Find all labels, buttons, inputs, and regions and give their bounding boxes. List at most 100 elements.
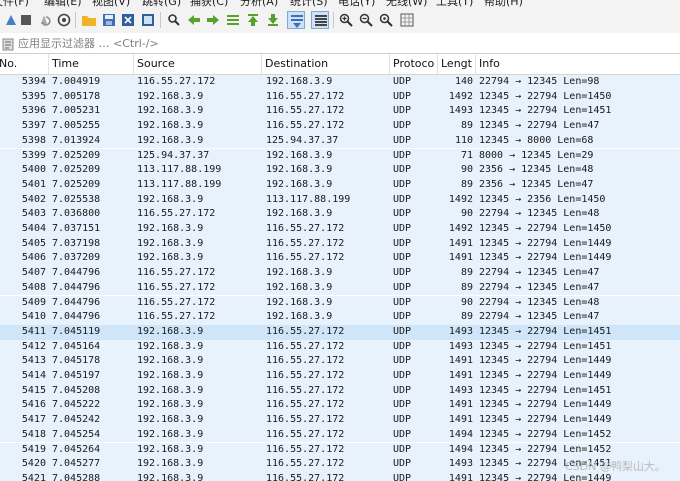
packet-row[interactable]: 5405 7.037198 192.168.3.9 116.55.27.172 UDP 1…	[0, 236, 680, 252]
packet-info: 12345 → 22794 Len=1449	[479, 399, 612, 411]
packet-row[interactable]: 5400 7.025209 113.117.88.199 192.168.3.9 UDP…	[0, 163, 680, 178]
packet-row[interactable]: 5418 7.045254 192.168.3.9 116.55.27.172 UDP 1…	[0, 427, 680, 443]
menu-view[interactable]: 视图(V)	[92, 0, 130, 8]
packet-row[interactable]: 5410 7.044796 116.55.27.172 192.168.3.9 UDP 8…	[0, 310, 680, 325]
packet-row[interactable]: 5413 7.045178 192.168.3.9 116.55.27.172 UDP 1…	[0, 354, 680, 369]
packet-destination: 192.168.3.9	[266, 178, 333, 190]
column-header-time[interactable]: Time	[49, 54, 134, 74]
packet-time: 7.025209	[52, 149, 101, 161]
packet-row[interactable]: 5412 7.045164 192.168.3.9 116.55.27.172 UDP 1…	[0, 339, 680, 355]
packet-row[interactable]: 5396 7.005231 192.168.3.9 116.55.27.172 UDP 1…	[0, 104, 680, 120]
packet-time: 7.044796	[52, 281, 101, 293]
packet-destination: 116.55.27.172	[266, 105, 345, 117]
packet-destination: 116.55.27.172	[266, 428, 345, 440]
filter-bookmark-icon[interactable]	[2, 36, 15, 51]
packet-row[interactable]: 5401 7.025209 113.117.88.199 192.168.3.9 UDP…	[0, 177, 680, 193]
packet-info: 12345 → 22794 Len=1449	[479, 355, 612, 367]
go-forward-icon[interactable]	[204, 11, 222, 29]
packet-source: 192.168.3.9	[137, 458, 204, 470]
packet-row[interactable]: 5397 7.005255 192.168.3.9 116.55.27.172 UDP 8…	[0, 119, 680, 134]
packet-length: 89	[460, 178, 473, 190]
column-header-length[interactable]: Lengt	[438, 54, 476, 74]
packet-row[interactable]: 5415 7.045208 192.168.3.9 116.55.27.172 UDP 1…	[0, 383, 680, 399]
go-back-icon[interactable]	[185, 11, 203, 29]
packet-row[interactable]: 5406 7.037209 192.168.3.9 116.55.27.172 UDP 1…	[0, 251, 680, 267]
packet-length: 1494	[448, 428, 473, 440]
packet-source: 192.168.3.9	[137, 472, 204, 481]
zoom-in-icon[interactable]	[337, 11, 355, 29]
menu-edit[interactable]: 编辑(E)	[44, 0, 82, 8]
packet-row[interactable]: 5408 7.044796 116.55.27.172 192.168.3.9 UDP 8…	[0, 280, 680, 296]
packet-time: 7.045254	[52, 428, 101, 440]
packet-time: 7.025538	[52, 193, 101, 205]
packet-row[interactable]: 5399 7.025209 125.94.37.37 192.168.3.9 UDP 71…	[0, 148, 680, 164]
packet-row[interactable]: 5419 7.045264 192.168.3.9 116.55.27.172 UDP 1…	[0, 442, 680, 458]
go-last-icon[interactable]	[264, 11, 282, 29]
open-file-icon[interactable]	[80, 11, 98, 29]
packet-row[interactable]: 5417 7.045242 192.168.3.9 116.55.27.172 UDP 1…	[0, 413, 680, 428]
menu-statistics[interactable]: 统计(S)	[290, 0, 328, 8]
packet-source: 192.168.3.9	[137, 355, 204, 367]
reload-file-icon[interactable]	[139, 11, 157, 29]
menu-analyze[interactable]: 分析(A)	[240, 0, 278, 8]
packet-no: 5407	[21, 267, 46, 279]
packet-info: 22794 → 12345 Len=98	[479, 76, 600, 87]
packet-destination: 116.55.27.172	[266, 90, 345, 102]
packet-row[interactable]: 5409 7.044796 116.55.27.172 192.168.3.9 UDP 9…	[0, 295, 680, 311]
display-filter-input[interactable]	[18, 33, 678, 53]
packet-protocol: UDP	[393, 149, 412, 161]
restart-capture-icon[interactable]	[36, 11, 54, 29]
packet-length: 140	[454, 76, 473, 87]
packet-row[interactable]: 5402 7.025538 192.168.3.9 113.117.88.199 UDP…	[0, 192, 680, 208]
zoom-out-icon[interactable]	[357, 11, 375, 29]
packet-row[interactable]: 5411 7.045119 192.168.3.9 116.55.27.172 UDP 1…	[0, 324, 680, 340]
packet-row[interactable]: 5416 7.045222 192.168.3.9 116.55.27.172 UDP 1…	[0, 398, 680, 414]
colorize-icon[interactable]	[311, 11, 329, 29]
save-file-icon[interactable]	[100, 11, 118, 29]
column-header-source[interactable]: Source	[134, 54, 262, 74]
column-header-protocol[interactable]: Protoco	[390, 54, 438, 74]
packet-row[interactable]: 5398 7.013924 192.168.3.9 125.94.37.37 UDP 11…	[0, 133, 680, 149]
packet-length: 1493	[448, 340, 473, 352]
column-header-destination[interactable]: Destination	[262, 54, 390, 74]
packet-no: 5394	[21, 76, 46, 87]
resize-columns-icon[interactable]	[398, 11, 416, 29]
menu-help[interactable]: 帮助(H)	[484, 0, 523, 8]
packet-row[interactable]: 5407 7.044796 116.55.27.172 192.168.3.9 UDP 8…	[0, 266, 680, 281]
column-header-info[interactable]: Info	[476, 54, 680, 74]
packet-length: 1491	[448, 414, 473, 426]
menu-tools[interactable]: 工具(T)	[436, 0, 473, 8]
packet-length: 1491	[448, 237, 473, 249]
menu-capture[interactable]: 捕获(C)	[190, 0, 228, 8]
packet-row[interactable]: 5404 7.037151 192.168.3.9 116.55.27.172 UDP 1…	[0, 222, 680, 237]
packet-no: 5412	[21, 340, 46, 352]
autoscroll-icon[interactable]	[287, 11, 305, 29]
find-packet-icon[interactable]	[165, 11, 183, 29]
packet-destination: 192.168.3.9	[266, 208, 333, 220]
packet-length: 1493	[448, 325, 473, 337]
capture-options-icon[interactable]	[55, 11, 73, 29]
packet-row[interactable]: 5414 7.045197 192.168.3.9 116.55.27.172 UDP 1…	[0, 369, 680, 384]
packet-time: 7.045197	[52, 370, 101, 381]
packet-row[interactable]: 5403 7.036800 116.55.27.172 192.168.3.9 UDP 9…	[0, 207, 680, 222]
menu-file[interactable]: 文件(F)	[0, 0, 29, 8]
go-to-packet-icon[interactable]	[224, 11, 242, 29]
menu-go[interactable]: 跳转(G)	[142, 0, 181, 8]
zoom-normal-icon[interactable]	[377, 11, 395, 29]
close-file-icon[interactable]	[119, 11, 137, 29]
menu-telephony[interactable]: 电话(Y)	[338, 0, 375, 8]
packet-time: 7.025209	[52, 178, 101, 190]
packet-time: 7.036800	[52, 208, 101, 220]
stop-capture-icon[interactable]	[17, 11, 35, 29]
packet-row[interactable]: 5395 7.005178 192.168.3.9 116.55.27.172 UDP 1…	[0, 89, 680, 105]
packet-source: 125.94.37.37	[137, 149, 210, 161]
column-header-no[interactable]: No.	[0, 54, 49, 74]
packet-row[interactable]: 5394 7.004919 116.55.27.172 192.168.3.9 UDP 1…	[0, 75, 680, 90]
packet-time: 7.045208	[52, 384, 101, 396]
packet-length: 89	[460, 120, 473, 132]
go-first-icon[interactable]	[244, 11, 262, 29]
menu-wireless[interactable]: 无线(W)	[386, 0, 427, 8]
packet-source: 113.117.88.199	[137, 178, 222, 190]
packet-time: 7.045119	[52, 325, 101, 337]
packet-protocol: UDP	[393, 164, 412, 176]
